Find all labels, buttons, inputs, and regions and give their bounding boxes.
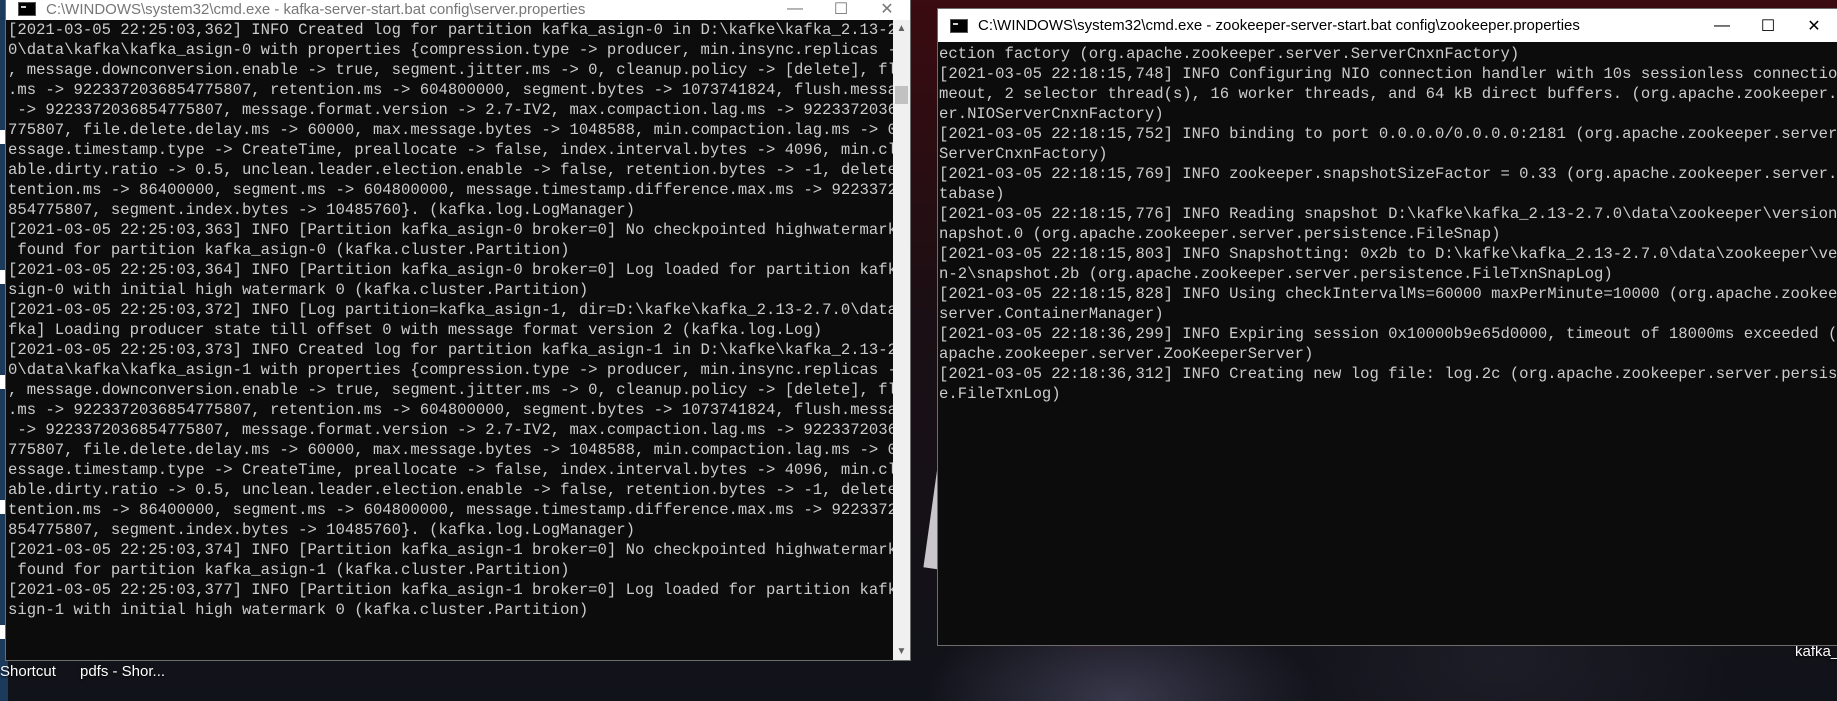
zookeeper-console-window[interactable]: C:\WINDOWS\system32\cmd.exe - zookeeper-…	[938, 9, 1837, 645]
console-line: n-2\snapshot.2b (org.apache.zookeeper.se…	[939, 265, 1613, 283]
console-line: [2021-03-05 22:18:15,769] INFO zookeeper…	[939, 165, 1837, 183]
console-line: [2021-03-05 22:25:03,377] INFO [Partitio…	[8, 581, 893, 599]
console-line: tention.ms -> 86400000, segment.ms -> 60…	[8, 501, 893, 519]
desktop-icon-shortcut-label[interactable]: Shortcut	[0, 663, 56, 680]
console-line: e.FileTxnLog)	[939, 385, 1061, 403]
console-line: 775807, file.delete.delay.ms -> 60000, m…	[8, 121, 893, 139]
console-line: [2021-03-05 22:25:03,364] INFO [Partitio…	[8, 261, 893, 279]
console-line: 854775807, segment.index.bytes -> 104857…	[8, 201, 635, 219]
console-line: [2021-03-05 22:25:03,373] INFO Created l…	[8, 341, 893, 359]
scrollbar-thumb[interactable]	[895, 86, 908, 104]
cmd-app-icon	[950, 18, 968, 33]
kafka-console-window[interactable]: C:\WINDOWS\system32\cmd.exe - kafka-serv…	[6, 0, 910, 660]
console-line: [2021-03-05 22:18:15,776] INFO Reading s…	[939, 205, 1837, 223]
zookeeper-window-title: C:\WINDOWS\system32\cmd.exe - zookeeper-…	[978, 17, 1580, 34]
console-line: [2021-03-05 22:18:15,752] INFO binding t…	[939, 125, 1837, 143]
console-line: meout, 2 selector thread(s), 16 worker t…	[939, 85, 1837, 103]
console-line: 854775807, segment.index.bytes -> 104857…	[8, 521, 635, 539]
console-line: tention.ms -> 86400000, segment.ms -> 60…	[8, 181, 893, 199]
console-line: ection factory (org.apache.zookeeper.ser…	[939, 45, 1520, 63]
console-line: [2021-03-05 22:18:15,748] INFO Configuri…	[939, 65, 1837, 83]
console-line: sign-0 with initial high watermark 0 (ka…	[8, 281, 589, 299]
console-line: .ms -> 9223372036854775807, retention.ms…	[8, 81, 893, 99]
console-line: ServerCnxnFactory)	[939, 145, 1108, 163]
minimize-button[interactable]: —	[1699, 9, 1745, 42]
kafka-window-titlebar[interactable]: C:\WINDOWS\system32\cmd.exe - kafka-serv…	[6, 0, 910, 20]
console-line: 0\data\kafka\kafka_asign-1 with properti…	[8, 361, 893, 379]
console-line: 0\data\kafka\kafka_asign-0 with properti…	[8, 41, 893, 59]
console-line: 775807, file.delete.delay.ms -> 60000, m…	[8, 441, 893, 459]
console-line: -> 9223372036854775807, message.format.v…	[8, 101, 893, 119]
console-line: tabase)	[939, 185, 1005, 203]
console-line: napshot.0 (org.apache.zookeeper.server.p…	[939, 225, 1501, 243]
console-line: [2021-03-05 22:25:03,362] INFO Created l…	[8, 21, 893, 39]
console-line: server.ContainerManager)	[939, 305, 1164, 323]
zookeeper-console-output[interactable]: ection factory (org.apache.zookeeper.ser…	[938, 44, 1837, 645]
zookeeper-window-titlebar[interactable]: C:\WINDOWS\system32\cmd.exe - zookeeper-…	[938, 9, 1837, 42]
console-line: -> 9223372036854775807, message.format.v…	[8, 421, 893, 439]
console-line: [2021-03-05 22:18:36,312] INFO Creating …	[939, 365, 1837, 383]
console-line: , message.downconversion.enable -> true,…	[8, 61, 893, 79]
kafka-window-title: C:\WINDOWS\system32\cmd.exe - kafka-serv…	[46, 0, 586, 18]
console-line: fka] Loading producer state till offset …	[8, 321, 823, 339]
console-line: sign-1 with initial high watermark 0 (ka…	[8, 601, 589, 619]
scroll-down-icon[interactable]: ▼	[893, 643, 910, 660]
console-line: [2021-03-05 22:18:36,299] INFO Expiring …	[939, 325, 1837, 343]
console-line: essage.timestamp.type -> CreateTime, pre…	[8, 141, 893, 159]
console-line: essage.timestamp.type -> CreateTime, pre…	[8, 461, 893, 479]
console-line: able.dirty.ratio -> 0.5, unclean.leader.…	[8, 481, 893, 499]
console-line: [2021-03-05 22:25:03,363] INFO [Partitio…	[8, 221, 893, 239]
close-button[interactable]: ✕	[1791, 9, 1837, 42]
desktop-icon-pdfs-label[interactable]: pdfs - Shor...	[80, 663, 165, 680]
cmd-app-icon	[18, 2, 36, 16]
maximize-button[interactable]: ☐	[1745, 9, 1791, 42]
console-line: able.dirty.ratio -> 0.5, unclean.leader.…	[8, 161, 893, 179]
scroll-up-icon[interactable]: ▲	[893, 20, 910, 37]
console-line: .ms -> 9223372036854775807, retention.ms…	[8, 401, 893, 419]
console-line: found for partition kafka_asign-0 (kafka…	[8, 241, 570, 259]
console-line: , message.downconversion.enable -> true,…	[8, 381, 893, 399]
kafka-console-output[interactable]: [2021-03-05 22:25:03,362] INFO Created l…	[6, 20, 893, 660]
console-line: found for partition kafka_asign-1 (kafka…	[8, 561, 570, 579]
console-line: er.NIOServerCnxnFactory)	[939, 105, 1164, 123]
desktop-icon-kafka-label[interactable]: kafka_c	[1795, 643, 1837, 660]
console-line: [2021-03-05 22:18:15,828] INFO Using che…	[939, 285, 1837, 303]
console-line: [2021-03-05 22:25:03,372] INFO [Log part…	[8, 301, 893, 319]
console-line: apache.zookeeper.server.ZooKeeperServer)	[939, 345, 1314, 363]
console-line: [2021-03-05 22:25:03,374] INFO [Partitio…	[8, 541, 893, 559]
console-line: [2021-03-05 22:18:15,803] INFO Snapshott…	[939, 245, 1837, 263]
kafka-console-scrollbar[interactable]: ▲ ▼	[893, 20, 910, 660]
